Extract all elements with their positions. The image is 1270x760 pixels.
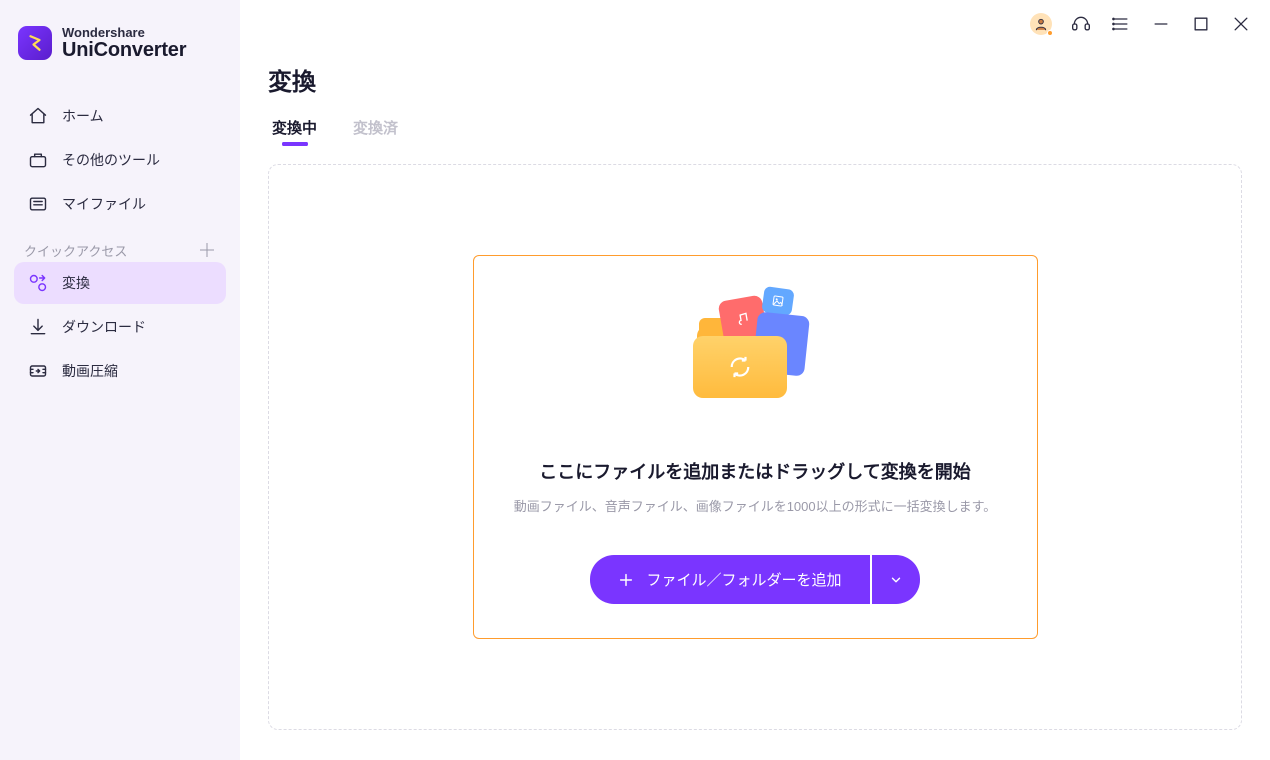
support-button[interactable] [1070, 13, 1092, 35]
add-file-dropdown-button[interactable] [872, 555, 920, 604]
file-dropzone[interactable]: ここにファイルを追加またはドラッグして変換を開始 動画ファイル、音声ファイル、画… [268, 164, 1242, 730]
page-content: 変換 変換中 変換済 [240, 48, 1270, 760]
compress-icon [28, 361, 48, 381]
sidebar-item-label: ホーム [62, 106, 104, 126]
quick-access-label: クイックアクセス [24, 241, 127, 260]
quick-access-header: クイックアクセス [10, 241, 230, 260]
convert-icon [28, 273, 48, 293]
tab-bar: 変換中 変換済 [268, 117, 1242, 158]
notification-dot [1047, 30, 1053, 36]
tab-converted[interactable]: 変換済 [353, 117, 398, 148]
window-titlebar [240, 0, 1270, 48]
account-button[interactable] [1030, 13, 1052, 35]
maximize-button[interactable] [1190, 13, 1212, 35]
sidebar-item-label: ダウンロード [62, 317, 146, 337]
sidebar-item-home[interactable]: ホーム [14, 95, 226, 137]
app-logo-icon [18, 26, 52, 60]
tab-converting[interactable]: 変換中 [272, 117, 317, 148]
folder-icon [28, 194, 48, 214]
main-area: 変換 変換中 変換済 [240, 0, 1270, 760]
download-icon [28, 317, 48, 337]
quick-access-add-button[interactable] [198, 241, 216, 259]
close-button[interactable] [1230, 13, 1252, 35]
minimize-button[interactable] [1150, 13, 1172, 35]
toolbox-icon [28, 150, 48, 170]
page-title: 変換 [268, 62, 1242, 97]
add-file-button[interactable]: ファイル／フォルダーを追加 [590, 555, 869, 604]
brand-line2: UniConverter [62, 40, 186, 61]
sidebar-item-convert[interactable]: 変換 [14, 262, 226, 304]
app-name: Wondershare UniConverter [62, 26, 186, 61]
add-file-button-label: ファイル／フォルダーを追加 [646, 569, 841, 590]
app-logo[interactable]: Wondershare UniConverter [10, 16, 230, 89]
sidebar-item-compress[interactable]: 動画圧縮 [14, 350, 226, 392]
dropzone-illustration [685, 290, 825, 420]
sidebar-nav: ホーム その他のツール マイファイル クイックアクセス 変換 [10, 93, 230, 394]
dropzone-highlight: ここにファイルを追加またはドラッグして変換を開始 動画ファイル、音声ファイル、画… [473, 255, 1038, 639]
plus-icon [618, 572, 634, 588]
sidebar: Wondershare UniConverter ホーム その他のツール マイフ… [0, 0, 240, 760]
folder-icon-front [693, 336, 787, 398]
sidebar-item-tools[interactable]: その他のツール [14, 139, 226, 181]
sidebar-item-label: マイファイル [62, 194, 146, 214]
sidebar-item-download[interactable]: ダウンロード [14, 306, 226, 348]
chevron-down-icon [889, 573, 903, 587]
brand-line1: Wondershare [62, 26, 186, 40]
sidebar-item-label: 変換 [62, 273, 90, 293]
sidebar-item-label: その他のツール [62, 150, 160, 170]
add-file-button-group: ファイル／フォルダーを追加 [590, 555, 919, 604]
sidebar-item-myfiles[interactable]: マイファイル [14, 183, 226, 225]
dropzone-subtitle: 動画ファイル、音声ファイル、画像ファイルを1000以上の形式に一括変換します。 [514, 496, 997, 515]
home-icon [28, 106, 48, 126]
sidebar-item-label: 動画圧縮 [62, 361, 118, 381]
dropzone-title: ここにファイルを追加またはドラッグして変換を開始 [539, 458, 970, 484]
menu-button[interactable] [1110, 13, 1132, 35]
